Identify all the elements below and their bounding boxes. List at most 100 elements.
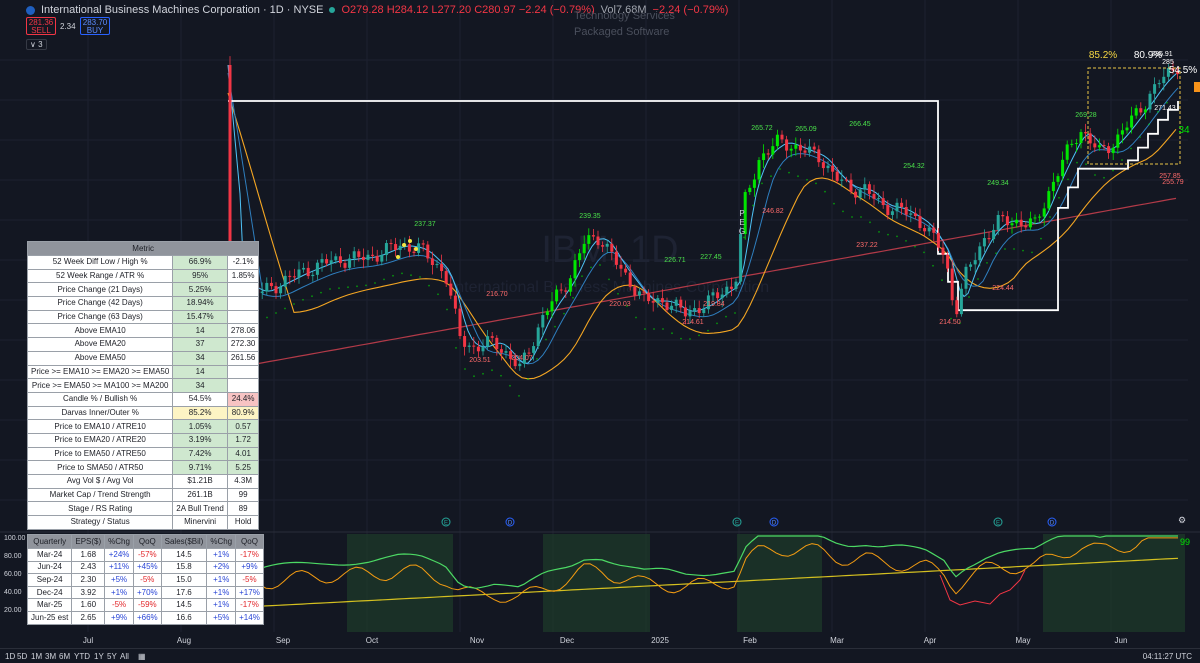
candle-body [913, 213, 917, 217]
earnings-cell: Jun-24 [26, 560, 73, 575]
earnings-cell: +24% [104, 548, 134, 562]
signal-dot [995, 252, 997, 255]
symbol-title[interactable]: International Business Machines Corporat… [41, 4, 323, 16]
metric-label: Avg Vol $ / Avg Vol [26, 474, 174, 489]
indicators-toggle[interactable]: ∨ 3 [26, 39, 47, 50]
signal-dot [320, 291, 322, 294]
signal-dot [329, 288, 331, 290]
time-axis-label: May [1015, 636, 1030, 645]
candle-body [849, 179, 853, 192]
signal-dot [1022, 249, 1024, 252]
timeframe-1m[interactable]: 1M [31, 652, 42, 661]
signal-dot [653, 328, 655, 330]
signal-dot [1121, 159, 1123, 161]
time-axis-label: Oct [366, 636, 379, 645]
metric-label: Strategy / Status [26, 515, 174, 530]
candle-body [794, 144, 798, 149]
metric-value: 85.2% [172, 405, 228, 421]
candle-body [486, 336, 490, 347]
candle-body [973, 260, 977, 265]
candle-body [559, 289, 563, 291]
candle-body [936, 232, 940, 248]
candle-body [283, 275, 287, 287]
candle-body [1111, 147, 1115, 154]
signal-dot [491, 369, 493, 372]
metric-value: 99 [226, 487, 260, 503]
earnings-row: Jun-24 2.43 +11% +45% 15.8 +2% +9% [26, 560, 264, 575]
metrics-row: Market Cap / Trend Strength 261.1B 99 [26, 487, 260, 503]
timeframe-6m[interactable]: 6M [59, 652, 70, 661]
time-axis-label: Sep [276, 636, 291, 645]
candle-body [996, 214, 1000, 230]
candle-body [660, 298, 664, 303]
signal-dot [869, 221, 871, 224]
timeframe-all[interactable]: All [120, 652, 129, 661]
signal-dot [977, 278, 979, 280]
timeframe-ytd[interactable]: YTD [74, 652, 90, 661]
candle-body [578, 253, 582, 261]
industry-label: Packaged Software [574, 26, 670, 38]
timeframe-3m[interactable]: 3M [45, 652, 56, 661]
metrics-row: Strategy / Status Minervini Hold [26, 515, 260, 530]
candle-body [302, 267, 306, 270]
earnings-cell: -17% [235, 598, 264, 612]
metric-value: 1.72 [226, 432, 260, 448]
metrics-row: Avg Vol $ / Avg Vol $1.21B 4.3M [26, 474, 260, 489]
timeframe-5d[interactable]: 5D [17, 652, 27, 661]
candle-body [900, 202, 904, 208]
signal-dot [1148, 123, 1150, 126]
event-marker-label: D [772, 521, 777, 527]
price-annotation: 226.71 [664, 257, 686, 264]
candle-body [1102, 145, 1106, 147]
signal-dot [743, 236, 745, 239]
metric-label: Stage / RS Rating [26, 501, 174, 517]
peg-label: P [739, 209, 744, 218]
candle-body [1120, 130, 1124, 135]
candle-body [909, 213, 913, 215]
candle-body [720, 294, 724, 299]
metric-label: 52 Week Diff Low / High % [26, 255, 174, 270]
candle-body [274, 286, 278, 294]
signal-dot [500, 374, 502, 377]
candle-body [292, 276, 296, 278]
earnings-cell: 15.0 [160, 573, 208, 587]
candle-body [1116, 134, 1120, 148]
candle-body [430, 258, 434, 265]
signal-dot [1031, 251, 1033, 254]
signal-dot [402, 243, 406, 247]
metric-value: 1.85% [226, 268, 260, 284]
sell-button[interactable]: 281.36 SELL [26, 17, 56, 35]
candle-body [610, 243, 614, 252]
timeframe-1y[interactable]: 1Y [94, 652, 104, 661]
buy-button[interactable]: 283.70 BUY [80, 17, 110, 35]
candle-body [771, 146, 775, 155]
candle-body [1042, 208, 1046, 217]
timeframe-1d[interactable]: 1D [5, 652, 15, 661]
earnings-header-cell: %Chg [206, 534, 237, 549]
bottom-toolbar: 1D 5D 1M 3M 6M YTD 1Y 5Y All ▦ 04:11:27 … [0, 648, 1200, 663]
earnings-row: Mar-24 1.68 +24% -57% 14.5 +1% -17% [26, 548, 264, 562]
time-axis-label: Jul [83, 636, 93, 645]
date-range-icon[interactable]: ▦ [138, 652, 146, 661]
candle-body [766, 153, 770, 155]
metric-value: 34 [172, 350, 228, 366]
signal-dot [1004, 248, 1006, 250]
candle-body [1153, 84, 1157, 94]
earnings-cell: 17.6 [160, 585, 208, 600]
signal-dot [419, 276, 421, 278]
candle-body [1162, 76, 1166, 84]
sell-label: SELL [31, 26, 51, 35]
signal-dot [725, 315, 727, 318]
metrics-row: Price >= EMA10 >= EMA20 >= EMA50 14 [26, 364, 260, 380]
watermark-symbol: IBM, 1D [541, 229, 678, 271]
event-marker-label: D [1050, 521, 1055, 527]
candle-body [826, 165, 830, 169]
candle-body [527, 352, 531, 354]
signal-dot [293, 303, 295, 305]
earnings-cell: 2.30 [71, 573, 106, 587]
candle-body [987, 238, 991, 240]
candle-body [642, 291, 646, 293]
earnings-cell: +1% [206, 548, 237, 562]
timeframe-5y[interactable]: 5Y [107, 652, 117, 661]
metric-value: -2.1% [226, 255, 260, 270]
